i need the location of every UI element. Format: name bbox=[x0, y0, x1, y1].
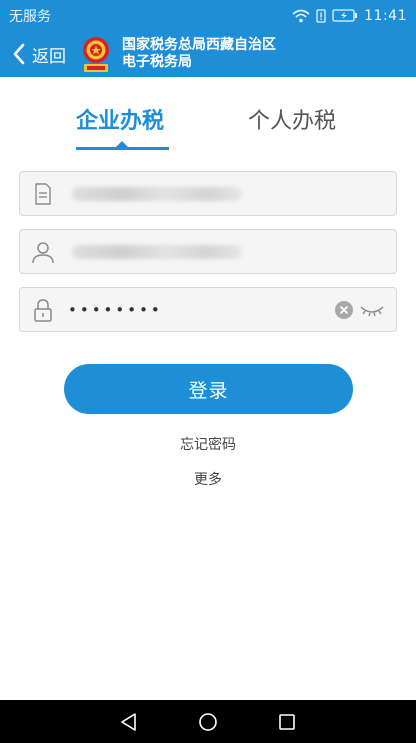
clear-icon[interactable] bbox=[334, 300, 354, 320]
nav-recents-icon[interactable] bbox=[277, 712, 297, 732]
nav-back-icon[interactable] bbox=[119, 712, 139, 732]
lock-icon bbox=[20, 288, 66, 331]
system-nav-bar bbox=[0, 700, 416, 743]
status-icons: 11:41 bbox=[292, 8, 407, 24]
header-title: 国家税务总局西藏自治区 电子税务局 bbox=[122, 37, 276, 71]
battery-charging-icon bbox=[332, 9, 358, 22]
login-screen: 无服务 11:41 返回 国家税务总局西藏自治区 电子税务局 企业办税 个人办税… bbox=[0, 0, 416, 743]
login-button[interactable]: 登录 bbox=[64, 364, 353, 414]
nav-home-icon[interactable] bbox=[198, 712, 218, 732]
back-label: 返回 bbox=[32, 46, 66, 67]
wifi-icon bbox=[292, 9, 310, 22]
password-value: •••••••• bbox=[68, 300, 163, 319]
chevron-left-icon bbox=[13, 43, 25, 65]
more-link[interactable]: 更多 bbox=[0, 469, 416, 489]
header-title-line1: 国家税务总局西藏自治区 bbox=[122, 37, 276, 53]
user-icon bbox=[20, 230, 66, 273]
tax-id-value-redacted bbox=[72, 186, 242, 201]
header-title-line2: 电子税务局 bbox=[122, 54, 192, 70]
status-bar: 无服务 11:41 bbox=[0, 0, 416, 31]
tab-indicator bbox=[76, 147, 169, 150]
eye-closed-icon[interactable] bbox=[360, 302, 384, 318]
tab-company[interactable]: 企业办税 bbox=[76, 103, 164, 135]
sim-alert-icon bbox=[316, 8, 326, 23]
app-header: 返回 国家税务总局西藏自治区 电子税务局 bbox=[0, 31, 416, 77]
password-field[interactable]: •••••••• bbox=[19, 287, 397, 332]
tax-emblem-icon bbox=[83, 37, 109, 72]
username-value-redacted bbox=[72, 244, 242, 259]
document-icon bbox=[20, 172, 66, 215]
forgot-password-link[interactable]: 忘记密码 bbox=[0, 434, 416, 454]
login-type-tabs: 企业办税 个人办税 bbox=[0, 77, 416, 153]
username-field[interactable] bbox=[19, 229, 397, 274]
clock-text: 11:41 bbox=[364, 7, 407, 24]
tab-personal[interactable]: 个人办税 bbox=[248, 103, 336, 135]
back-button[interactable]: 返回 bbox=[0, 31, 72, 77]
carrier-text: 无服务 bbox=[9, 8, 51, 25]
tax-id-field[interactable] bbox=[19, 171, 397, 216]
